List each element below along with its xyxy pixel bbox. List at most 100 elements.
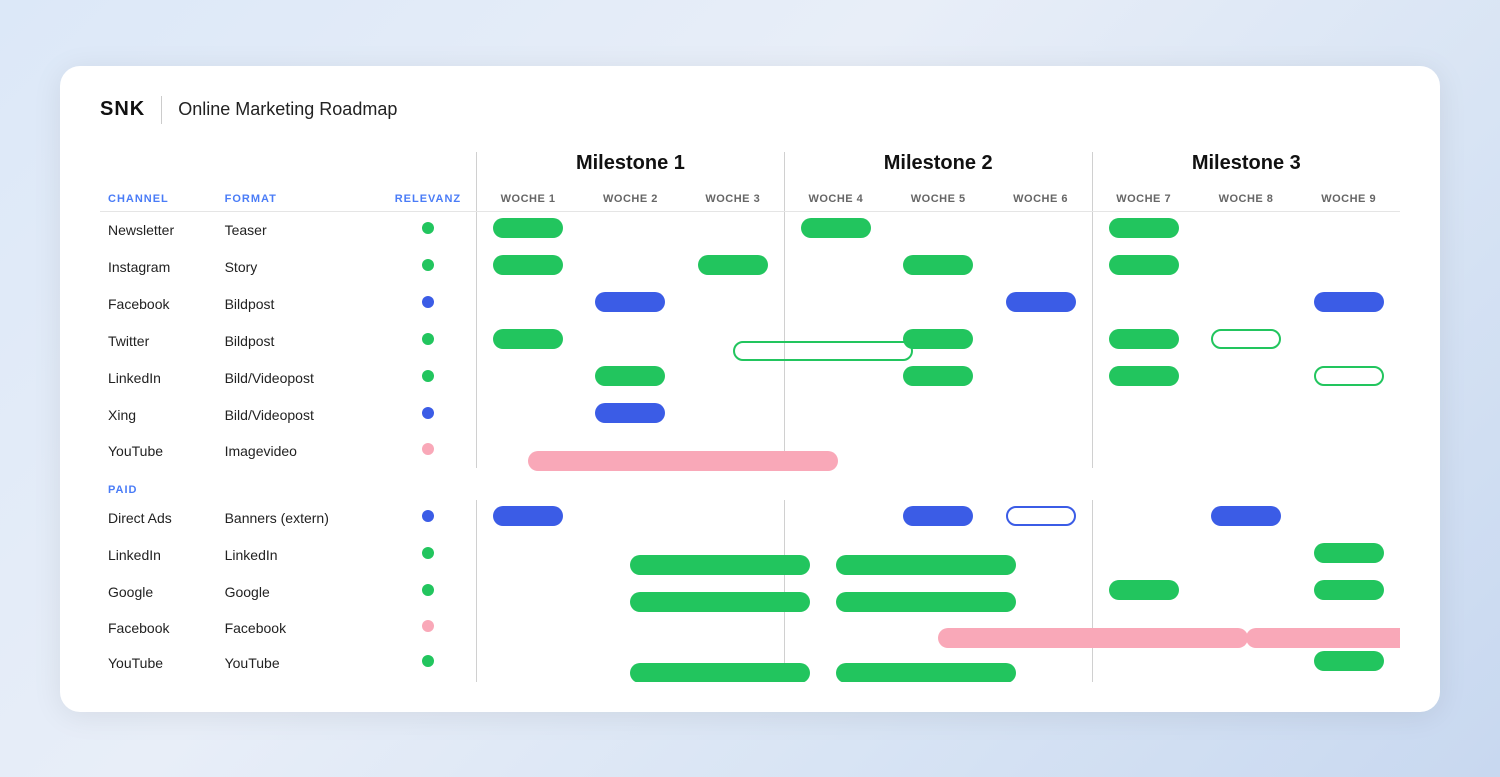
relevanz-dot bbox=[422, 584, 434, 596]
roadmap-table: Milestone 1 Milestone 2 Milestone 3 CHAN… bbox=[100, 152, 1400, 682]
week-cell bbox=[784, 286, 887, 323]
week-1-header: WOCHE 1 bbox=[477, 187, 580, 212]
gantt-bar bbox=[1109, 218, 1179, 238]
week-cell bbox=[682, 360, 785, 397]
week-cell bbox=[990, 434, 1093, 468]
channel-cell: Instagram bbox=[100, 249, 217, 286]
week-cell bbox=[1195, 360, 1298, 397]
gantt-bar bbox=[595, 366, 665, 386]
gantt-bar bbox=[836, 555, 1016, 575]
table-row: Direct AdsBanners (extern) bbox=[100, 500, 1400, 537]
format-cell: Banners (extern) bbox=[217, 500, 380, 537]
week-cell bbox=[1195, 645, 1298, 682]
col-relevanz-header: RELEVANZ bbox=[380, 187, 477, 212]
gantt-bar bbox=[630, 663, 810, 682]
week-6-header: WOCHE 6 bbox=[990, 187, 1093, 212]
week-cell bbox=[579, 323, 682, 360]
week-cell bbox=[1195, 574, 1298, 611]
gantt-bar bbox=[836, 663, 1016, 682]
week-9-header: WOCHE 9 bbox=[1297, 187, 1400, 212]
week-cell bbox=[1195, 397, 1298, 434]
relevanz-cell bbox=[380, 645, 477, 682]
week-cell bbox=[579, 645, 682, 682]
week-cell bbox=[477, 397, 580, 434]
week-cell bbox=[784, 500, 887, 537]
week-cell bbox=[1297, 645, 1400, 682]
milestone-2-header: Milestone 2 bbox=[784, 152, 1092, 187]
week-cell bbox=[990, 360, 1093, 397]
week-cell bbox=[1297, 286, 1400, 323]
logo: SNK bbox=[100, 98, 145, 121]
week-cell bbox=[682, 286, 785, 323]
week-cell bbox=[1297, 397, 1400, 434]
week-cell bbox=[1195, 537, 1298, 574]
channel-cell: Xing bbox=[100, 397, 217, 434]
week-cell bbox=[887, 211, 990, 249]
week-cell bbox=[1195, 249, 1298, 286]
roadmap-container: Milestone 1 Milestone 2 Milestone 3 CHAN… bbox=[100, 152, 1400, 682]
gantt-bar bbox=[1314, 292, 1384, 312]
milestone-header-row: Milestone 1 Milestone 2 Milestone 3 bbox=[100, 152, 1400, 187]
week-cell bbox=[887, 434, 990, 468]
week-cell bbox=[579, 537, 682, 574]
gantt-bar bbox=[801, 218, 871, 238]
table-row: NewsletterTeaser bbox=[100, 211, 1400, 249]
milestone-1-header: Milestone 1 bbox=[477, 152, 785, 187]
gantt-bar bbox=[1314, 543, 1384, 563]
relevanz-cell bbox=[380, 323, 477, 360]
gantt-bar bbox=[903, 506, 973, 526]
relevanz-dot bbox=[422, 655, 434, 667]
week-cell bbox=[887, 397, 990, 434]
channel-cell: YouTube bbox=[100, 434, 217, 468]
page-title: Online Marketing Roadmap bbox=[178, 99, 397, 120]
week-cell bbox=[1297, 574, 1400, 611]
table-row: InstagramStory bbox=[100, 249, 1400, 286]
gantt-bar bbox=[595, 403, 665, 423]
gantt-bar bbox=[528, 451, 838, 471]
week-cell bbox=[477, 360, 580, 397]
week-cell bbox=[682, 323, 785, 360]
week-cell bbox=[784, 249, 887, 286]
week-4-header: WOCHE 4 bbox=[784, 187, 887, 212]
relevanz-dot bbox=[422, 620, 434, 632]
week-cell bbox=[1297, 500, 1400, 537]
gantt-bar bbox=[733, 341, 913, 361]
week-cell bbox=[1297, 249, 1400, 286]
week-cell bbox=[1195, 323, 1298, 360]
week-cell bbox=[784, 397, 887, 434]
relevanz-cell bbox=[380, 397, 477, 434]
week-cell bbox=[1195, 211, 1298, 249]
gantt-bar bbox=[630, 555, 810, 575]
relevanz-dot bbox=[422, 259, 434, 271]
gantt-bar bbox=[493, 329, 563, 349]
week-cell bbox=[784, 360, 887, 397]
gantt-bar bbox=[1006, 506, 1076, 526]
roadmap-body: NewsletterTeaserInstagramStoryFacebookBi… bbox=[100, 211, 1400, 682]
format-cell: Story bbox=[217, 249, 380, 286]
relevanz-dot bbox=[422, 443, 434, 455]
relevanz-cell bbox=[380, 611, 477, 645]
channel-cell: Twitter bbox=[100, 323, 217, 360]
week-cell bbox=[1092, 434, 1195, 468]
gantt-bar bbox=[698, 255, 768, 275]
table-row: GoogleGoogle bbox=[100, 574, 1400, 611]
col-format-header: FORMAT bbox=[217, 187, 380, 212]
week-cell bbox=[784, 611, 887, 645]
week-cell bbox=[990, 249, 1093, 286]
format-cell: Teaser bbox=[217, 211, 380, 249]
gantt-bar bbox=[493, 255, 563, 275]
relevanz-cell bbox=[380, 286, 477, 323]
table-row: FacebookFacebook bbox=[100, 611, 1400, 645]
gantt-bar bbox=[836, 592, 1016, 612]
week-cell bbox=[1092, 211, 1195, 249]
week-cell bbox=[990, 397, 1093, 434]
header: SNK Online Marketing Roadmap bbox=[100, 96, 1400, 124]
week-cell bbox=[1092, 397, 1195, 434]
table-row: FacebookBildpost bbox=[100, 286, 1400, 323]
week-cell bbox=[682, 249, 785, 286]
week-cell bbox=[682, 397, 785, 434]
relevanz-cell bbox=[380, 574, 477, 611]
relevanz-cell bbox=[380, 211, 477, 249]
week-5-header: WOCHE 5 bbox=[887, 187, 990, 212]
week-cell bbox=[579, 249, 682, 286]
